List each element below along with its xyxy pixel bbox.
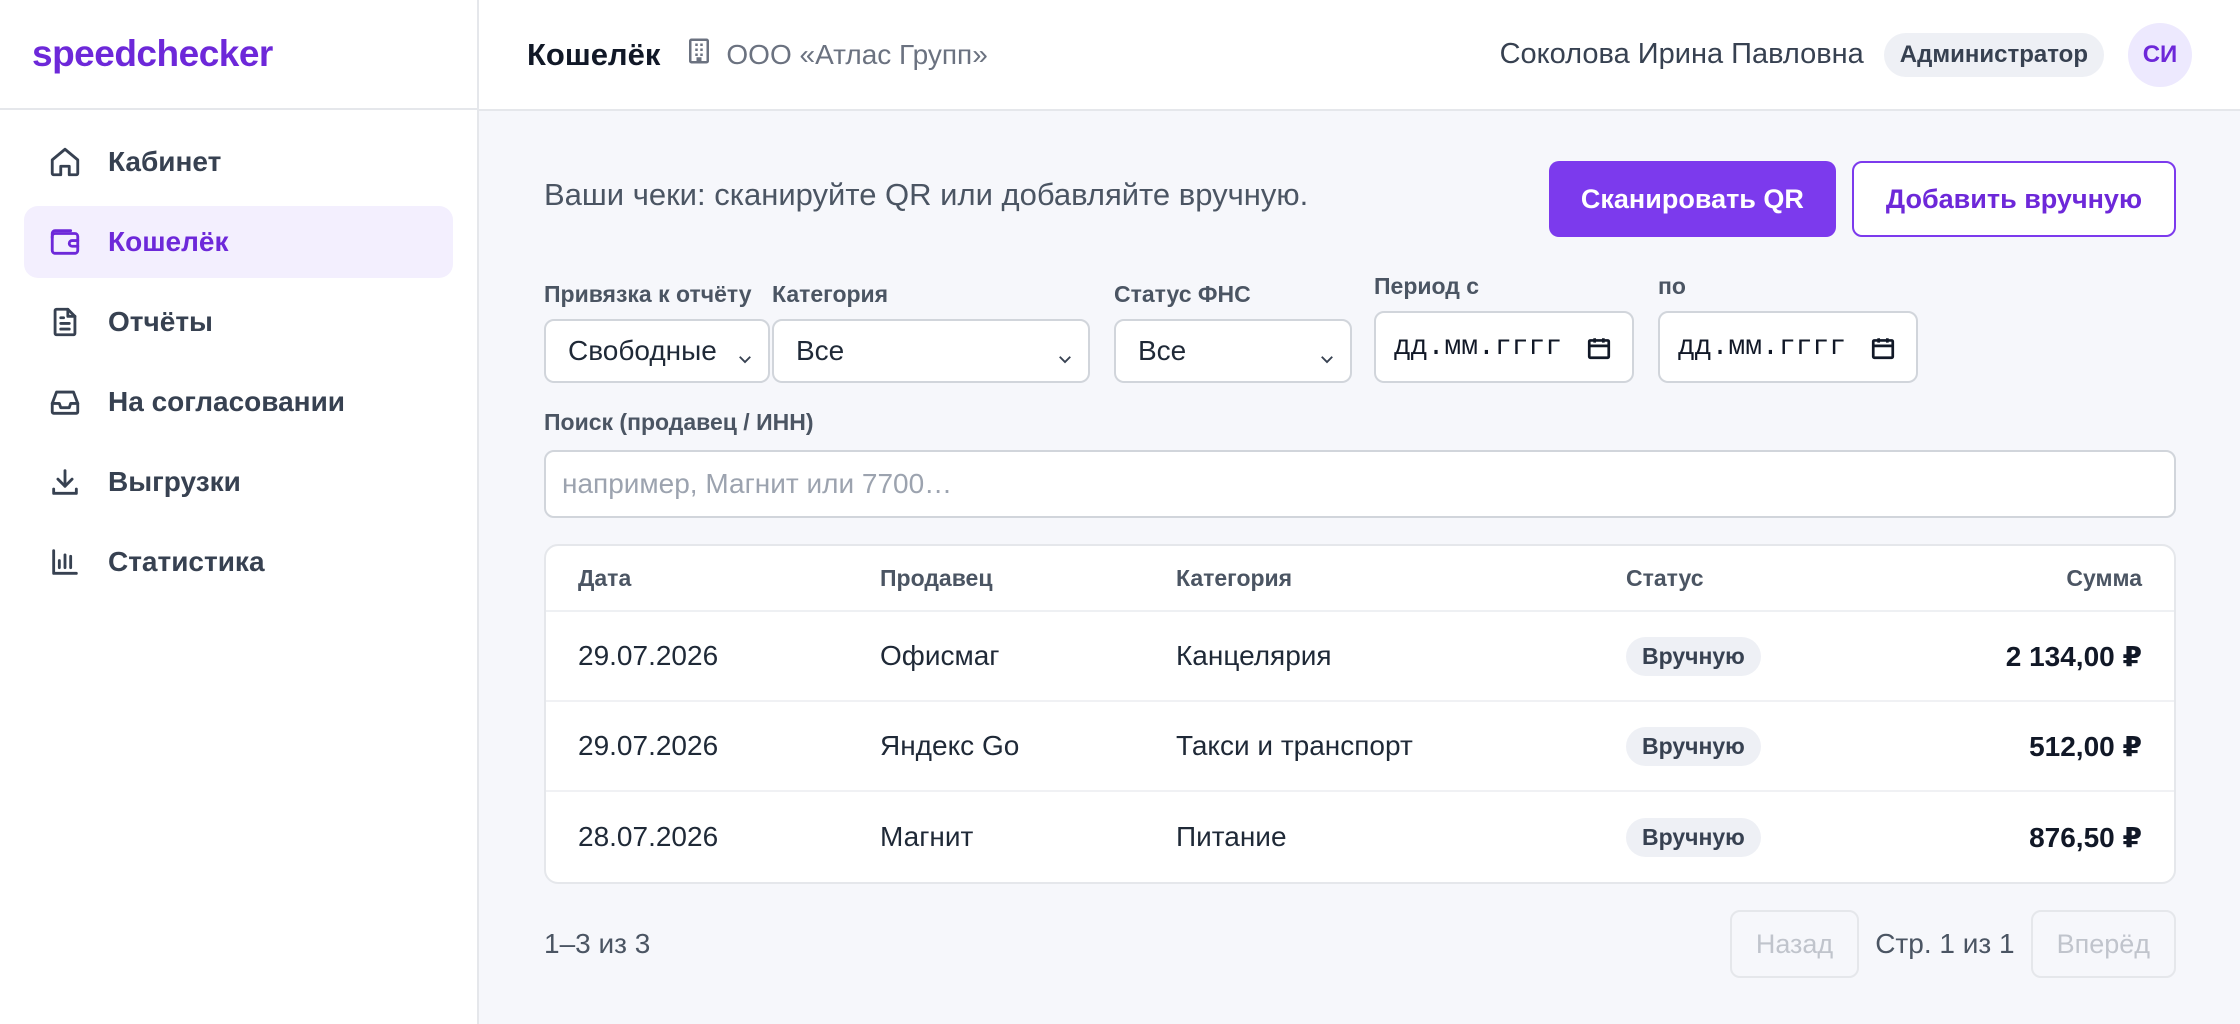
filter-category-label: Категория — [772, 281, 889, 307]
home-icon — [48, 145, 82, 179]
org-selector[interactable]: ООО «Атлас Групп» — [684, 36, 988, 73]
table-row[interactable]: 29.07.2026 Офисмаг Канцелярия Вручную 2 … — [546, 612, 2174, 702]
building-icon — [684, 36, 726, 73]
document-icon — [48, 305, 82, 339]
filter-period-from: Период с дд.мм.гггг — [1374, 273, 1634, 383]
cell-seller: Офисмаг — [880, 640, 1000, 671]
search-input[interactable] — [544, 450, 2176, 518]
period-from-value: дд.мм.гггг — [1394, 331, 1563, 363]
table-row[interactable]: 28.07.2026 Магнит Питание Вручную 876,50… — [546, 792, 2174, 882]
col-sum-header[interactable]: Сумма — [1826, 565, 2142, 592]
calendar-icon[interactable] — [1586, 335, 1612, 361]
sidebar: speedchecker Кабинет Кошелёк Отчёты На с… — [0, 0, 479, 1024]
sidebar-item-label: Кошелёк — [108, 226, 229, 257]
filters: Привязка к отчёту Свободные Категория Вс… — [544, 273, 2176, 383]
col-status-header[interactable]: Статус — [1626, 565, 1826, 592]
org-name: ООО «Атлас Групп» — [726, 38, 988, 70]
page-info: Стр. 1 из 1 — [1875, 928, 2015, 959]
receipts-table: Дата Продавец Категория Статус Сумма 29.… — [544, 544, 2176, 884]
brand-logo[interactable]: speedchecker — [0, 0, 477, 110]
sidebar-item-label: Кабинет — [108, 146, 222, 177]
topbar: Кошелёк ООО «Атлас Групп» Соколова Ирина… — [479, 0, 2240, 111]
status-badge: Вручную — [1626, 817, 1761, 857]
sidebar-item-wallet[interactable]: Кошелёк — [24, 206, 453, 278]
page-title: Кошелёк — [527, 36, 661, 72]
fns-status-select[interactable]: Все — [1114, 319, 1352, 383]
cell-sum: 876,50 ₽ — [2029, 821, 2142, 853]
results-count: 1–3 из 3 — [544, 928, 651, 959]
col-date-header[interactable]: Дата — [578, 565, 880, 592]
cell-seller: Магнит — [880, 821, 974, 852]
table-row[interactable]: 29.07.2026 Яндекс Go Такси и транспорт В… — [546, 702, 2174, 792]
category-select[interactable]: Все — [772, 319, 1090, 383]
action-buttons: Сканировать QR Добавить вручную — [1548, 161, 2176, 237]
sidebar-item-label: Статистика — [108, 546, 265, 577]
user-name: Соколова Ирина Павловна — [1499, 38, 1864, 70]
sidebar-item-reports[interactable]: Отчёты — [24, 286, 453, 358]
pagination: 1–3 из 3 Назад Стр. 1 из 1 Вперёд — [544, 910, 2176, 978]
chevron-down-icon — [1318, 343, 1336, 364]
cell-status: Вручную — [1626, 726, 1826, 766]
chevron-down-icon — [736, 343, 754, 364]
category-select-value: Все — [796, 335, 845, 366]
add-manual-button[interactable]: Добавить вручную — [1851, 161, 2176, 237]
status-badge: Вручную — [1626, 726, 1761, 766]
sidebar-item-cabinet[interactable]: Кабинет — [24, 126, 453, 198]
filter-report: Привязка к отчёту Свободные — [544, 281, 770, 383]
intro-text: Ваши чеки: сканируйте QR или добавляйте … — [544, 177, 1309, 212]
status-badge: Вручную — [1626, 636, 1761, 676]
filter-category: Категория Все — [772, 281, 1090, 383]
period-to-input[interactable]: дд.мм.гггг — [1658, 311, 1918, 383]
cell-date: 28.07.2026 — [578, 821, 719, 852]
cell-date: 29.07.2026 — [578, 640, 719, 671]
search-label: Поиск (продавец / ИНН) — [544, 409, 814, 435]
cell-category: Канцелярия — [1176, 640, 1332, 671]
sidebar-item-approval[interactable]: На согласовании — [24, 366, 453, 438]
scan-qr-button[interactable]: Сканировать QR — [1548, 161, 1836, 237]
cell-sum: 2 134,00 ₽ — [2005, 640, 2142, 672]
chart-icon — [48, 545, 82, 579]
sidebar-nav: Кабинет Кошелёк Отчёты На согласовании В… — [0, 110, 477, 622]
filter-report-label: Привязка к отчёту — [544, 281, 752, 307]
sidebar-item-label: На согласовании — [108, 386, 346, 417]
next-page-button[interactable]: Вперёд — [2030, 910, 2176, 978]
period-to-value: дд.мм.гггг — [1678, 331, 1847, 363]
filter-fns-status-label: Статус ФНС — [1114, 281, 1251, 307]
calendar-icon[interactable] — [1870, 335, 1896, 361]
user-area: Соколова Ирина Павловна Администратор СИ — [1499, 22, 2192, 87]
filter-period-to-label: по — [1658, 273, 1686, 299]
chevron-down-icon — [1056, 343, 1074, 364]
period-from-input[interactable]: дд.мм.гггг — [1374, 311, 1634, 383]
wallet-icon — [48, 225, 82, 259]
role-badge: Администратор — [1883, 32, 2104, 77]
pagination-controls: Назад Стр. 1 из 1 Вперёд — [1729, 910, 2176, 978]
table-header: Дата Продавец Категория Статус Сумма — [546, 546, 2174, 612]
report-select-value: Свободные — [568, 335, 717, 366]
col-category-header[interactable]: Категория — [1176, 565, 1626, 592]
inbox-icon — [48, 385, 82, 419]
report-select[interactable]: Свободные — [544, 319, 770, 383]
main-content: Ваши чеки: сканируйте QR или добавляйте … — [544, 111, 2176, 978]
col-seller-header[interactable]: Продавец — [880, 565, 1176, 592]
intro-row: Ваши чеки: сканируйте QR или добавляйте … — [544, 161, 2176, 237]
filter-period-from-label: Период с — [1374, 273, 1480, 299]
cell-status: Вручную — [1626, 636, 1826, 676]
search-block: Поиск (продавец / ИНН) — [544, 409, 2176, 518]
cell-category: Питание — [1176, 821, 1287, 852]
cell-sum: 512,00 ₽ — [2029, 730, 2142, 762]
filter-fns-status: Статус ФНС Все — [1114, 281, 1352, 383]
sidebar-item-statistics[interactable]: Статистика — [24, 526, 453, 598]
sidebar-item-label: Отчёты — [108, 306, 213, 337]
sidebar-item-label: Выгрузки — [108, 466, 241, 497]
cell-category: Такси и транспорт — [1176, 730, 1413, 761]
fns-status-select-value: Все — [1138, 335, 1187, 366]
prev-page-button[interactable]: Назад — [1729, 910, 1860, 978]
cell-seller: Яндекс Go — [880, 730, 1020, 761]
cell-status: Вручную — [1626, 817, 1826, 857]
download-icon — [48, 465, 82, 499]
filter-period-to: по дд.мм.гггг — [1658, 273, 1918, 383]
sidebar-item-exports[interactable]: Выгрузки — [24, 446, 453, 518]
cell-date: 29.07.2026 — [578, 730, 719, 761]
avatar[interactable]: СИ — [2128, 22, 2192, 87]
